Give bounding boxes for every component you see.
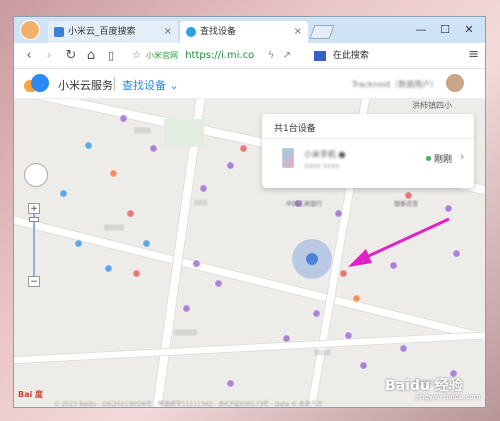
search-box[interactable]: 在此搜索	[314, 48, 464, 64]
last-seen-status: 刚刚	[434, 155, 453, 165]
device-list-panel: 共1台设备 小米手机 ● xxxx xxxx 刚刚 ›	[262, 114, 474, 188]
device-name: 小米手机 ●	[304, 150, 346, 159]
zoom-slider-thumb[interactable]	[29, 217, 39, 222]
map-poi[interactable]	[214, 279, 223, 288]
tab-find-device[interactable]: 查找设备 ×	[180, 21, 308, 43]
site-header: 小米云服务 查找设备 ⌄ Tracknoid（数据用户）	[14, 69, 485, 99]
map-poi[interactable]	[344, 331, 353, 340]
zoom-out-button[interactable]: −	[28, 276, 40, 287]
map-poi[interactable]	[182, 304, 191, 313]
map-poi[interactable]	[312, 309, 321, 318]
mi-cloud-favicon-icon	[186, 27, 196, 37]
tab-label: 查找设备	[200, 27, 237, 37]
baidu-favicon-icon	[54, 27, 64, 37]
map-label: ▯▯▯▯▯▯▯	[174, 329, 198, 336]
reader-icon[interactable]: ▯	[102, 47, 120, 65]
map-view[interactable]: ▯▯▯▯▯ ▯▯▯▯ ▯▯▯▯▯▯ ▯▯▯▯▯▯▯ ▯▯▯▯▯ ▯▯▯▯▯▯ 洪…	[14, 99, 485, 408]
map-poi[interactable]	[59, 189, 68, 198]
online-status-icon	[426, 156, 431, 161]
map-road	[14, 330, 485, 364]
tab-bar: 小米云_百度搜索 × 查找设备 × — ☐ ✕	[14, 17, 485, 43]
url-text[interactable]: https://i.mi.co	[185, 50, 254, 61]
tab-label: 小米云_百度搜索	[68, 27, 136, 37]
section-dropdown[interactable]: 查找设备 ⌄	[122, 77, 179, 93]
street-label: 银泰百货	[394, 201, 419, 208]
park-area	[164, 119, 204, 147]
zoom-slider[interactable]	[33, 214, 35, 276]
map-poi[interactable]	[199, 184, 208, 193]
forward-icon[interactable]: ›	[40, 47, 58, 65]
user-avatar[interactable]	[446, 74, 464, 92]
map-poi[interactable]	[104, 264, 113, 273]
minimize-button[interactable]: —	[410, 21, 432, 39]
reload-icon[interactable]: ↻	[62, 47, 80, 65]
close-tab-icon[interactable]: ×	[294, 21, 302, 43]
maximize-button[interactable]: ☐	[434, 21, 456, 39]
map-poi[interactable]	[126, 209, 135, 218]
tab-baidu-search[interactable]: 小米云_百度搜索 ×	[48, 21, 178, 43]
map-poi[interactable]	[74, 239, 83, 248]
map-poi[interactable]	[119, 114, 128, 123]
watermark-logo: Baidu 经验	[385, 378, 463, 394]
home-icon[interactable]: ⌂	[82, 47, 100, 65]
panel-divider	[262, 138, 474, 139]
new-tab-button[interactable]	[309, 25, 335, 39]
menu-icon[interactable]: ≡	[468, 47, 479, 62]
pan-control-icon[interactable]	[24, 163, 48, 187]
map-poi[interactable]	[192, 259, 201, 268]
map-poi[interactable]	[444, 204, 453, 213]
close-tab-icon[interactable]: ×	[164, 21, 172, 43]
map-label: ▯▯▯▯▯	[314, 349, 331, 356]
close-window-button[interactable]: ✕	[458, 21, 480, 39]
bookmark-star-icon[interactable]: ☆	[132, 47, 141, 65]
user-name[interactable]: Tracknoid（数据用户）	[352, 79, 438, 90]
map-poi[interactable]	[359, 361, 368, 370]
map-poi[interactable]	[239, 144, 248, 153]
url-field[interactable]: ☆ 小米官网 https://i.mi.co	[132, 47, 332, 65]
device-subtitle: xxxx xxxx	[304, 162, 340, 170]
watermark-url: jingyan.baidu.com	[416, 393, 481, 401]
street-label: 中国工商银行	[286, 201, 323, 208]
map-copyright: © 2023 Baidu - GS(2021)6026号 - 甲测资字11111…	[54, 401, 323, 408]
map-poi[interactable]	[149, 144, 158, 153]
map-label: ▯▯▯▯	[194, 199, 208, 206]
browser-window: 小米云_百度搜索 × 查找设备 × — ☐ ✕ ‹ › ↻ ⌂ ▯ ☆ 小米官网…	[13, 16, 486, 408]
device-location-marker[interactable]	[292, 239, 332, 279]
map-poi[interactable]	[282, 334, 291, 343]
map-poi[interactable]	[226, 379, 235, 388]
zoom-in-button[interactable]: +	[28, 203, 40, 214]
map-poi[interactable]	[142, 239, 151, 248]
search-engine-icon[interactable]	[314, 50, 326, 61]
baidu-map-logo: Bai 度	[18, 390, 44, 399]
back-icon[interactable]: ‹	[20, 47, 38, 65]
address-toolbar: ‹ › ↻ ⌂ ▯ ☆ 小米官网 https://i.mi.co ϟ ↗ 在此搜…	[14, 43, 485, 69]
map-poi[interactable]	[399, 344, 408, 353]
browser-avatar-icon[interactable]	[20, 20, 40, 40]
device-count-title: 共1台设备	[274, 124, 316, 134]
annotation-arrow	[348, 217, 450, 267]
map-poi[interactable]	[132, 269, 141, 278]
map-poi[interactable]	[109, 169, 118, 178]
brand-name[interactable]: 小米云服务	[58, 77, 113, 93]
search-placeholder: 在此搜索	[332, 51, 369, 61]
mi-cloud-logo-icon[interactable]	[24, 74, 50, 92]
share-icon[interactable]: ↗	[278, 47, 296, 65]
site-badge: 小米官网	[146, 51, 178, 60]
header-divider	[114, 77, 115, 91]
map-poi[interactable]	[334, 209, 343, 218]
zoom-control: + −	[28, 203, 40, 287]
map-poi[interactable]	[226, 161, 235, 170]
map-label: ▯▯▯▯▯▯	[104, 224, 124, 231]
map-poi[interactable]	[84, 141, 93, 150]
phone-icon	[282, 148, 294, 168]
street-label: 洪柿镇四小	[412, 101, 452, 110]
chevron-right-icon[interactable]: ›	[460, 150, 464, 163]
map-label: ▯▯▯▯▯	[134, 127, 151, 134]
map-poi[interactable]	[352, 294, 361, 303]
